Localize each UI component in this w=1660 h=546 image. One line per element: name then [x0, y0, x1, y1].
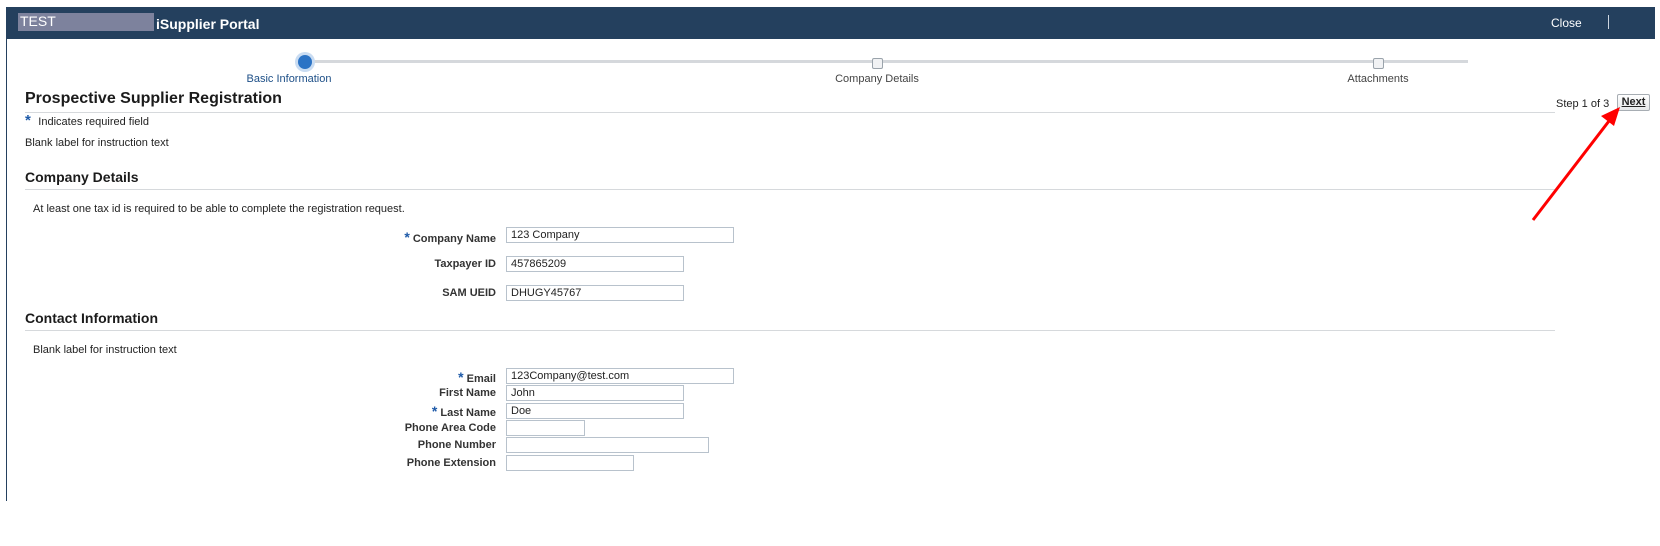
annotation-arrow-head: [1601, 107, 1620, 126]
annotation-arrow-shaft: [1531, 120, 1611, 221]
annotation-arrow-icon: [1531, 107, 1620, 221]
